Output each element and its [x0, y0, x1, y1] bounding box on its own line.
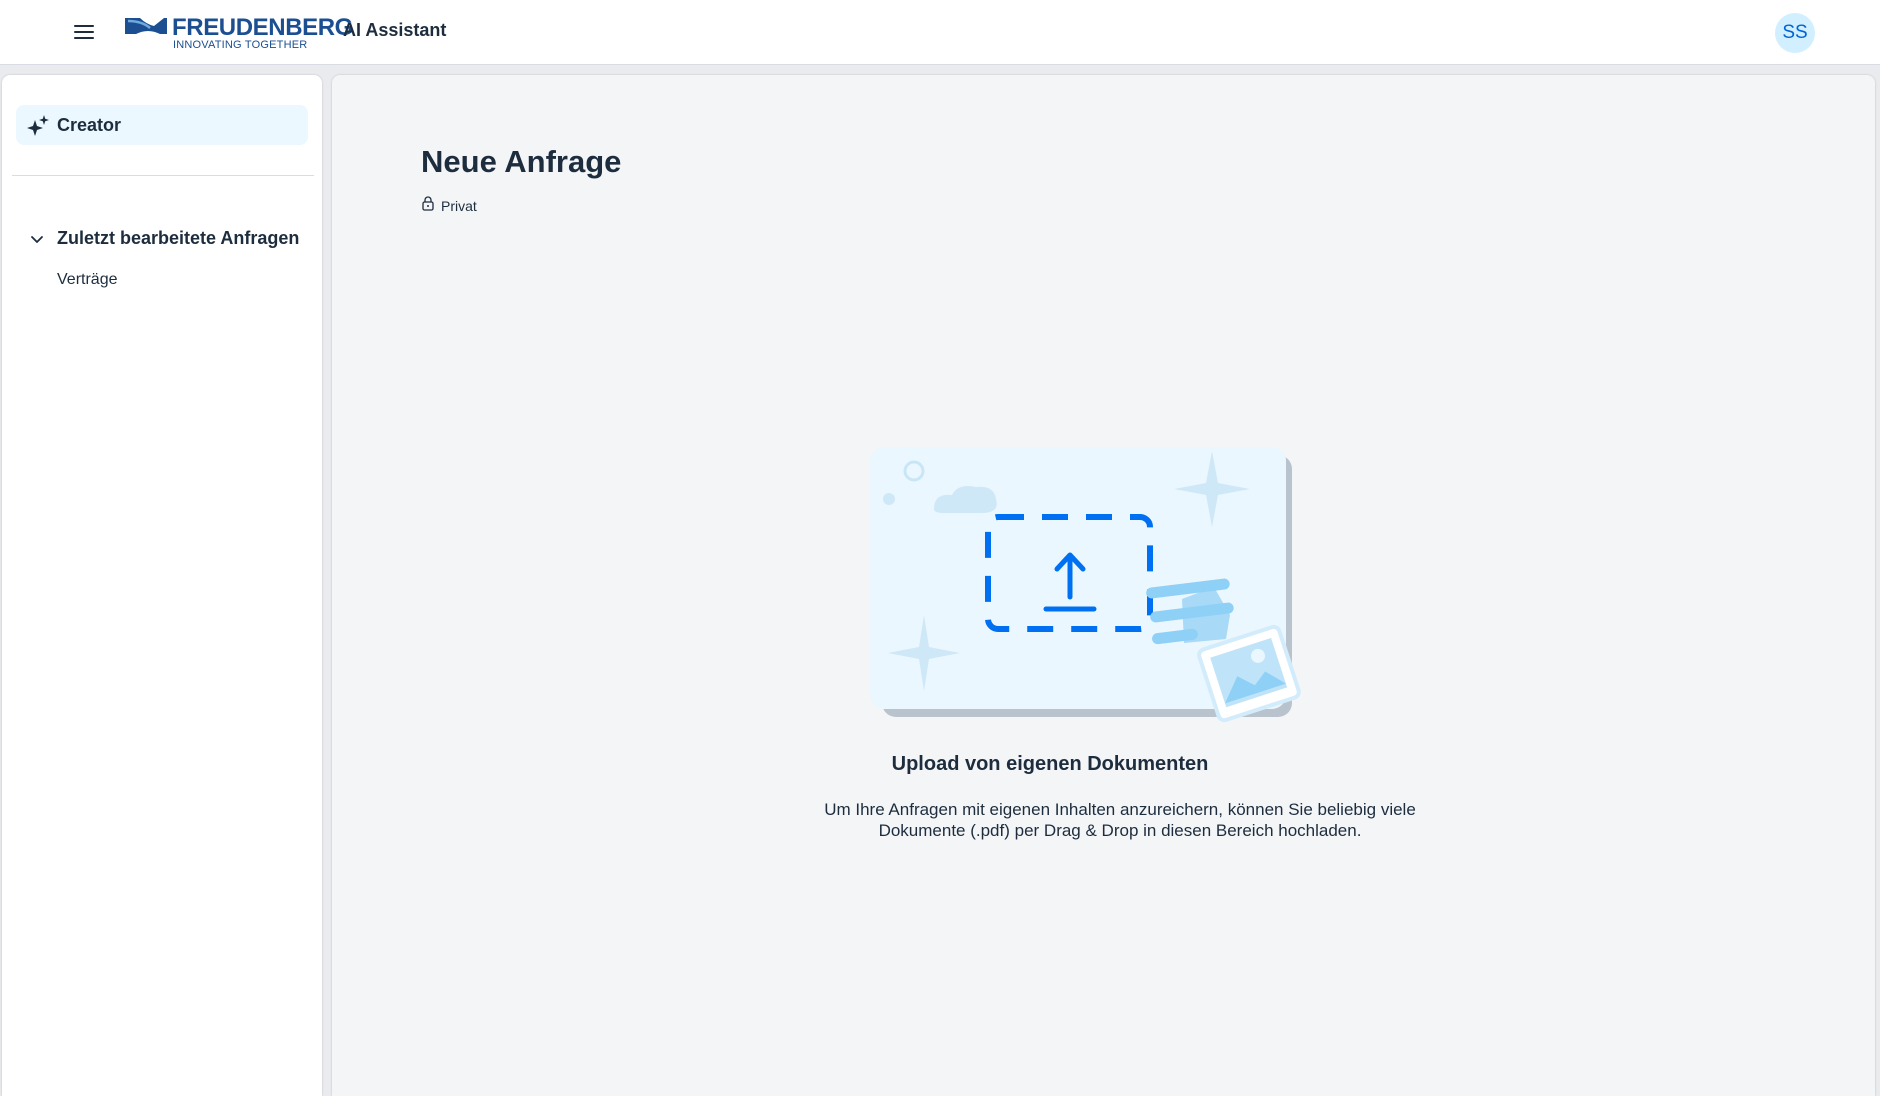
- visibility-indicator: Privat: [422, 196, 477, 216]
- hamburger-menu-icon[interactable]: [62, 18, 106, 46]
- upload-title: Upload von eigenen Dokumenten: [891, 753, 1209, 775]
- app-title: AI Assistant: [343, 20, 447, 40]
- chevron-down-icon[interactable]: [30, 233, 44, 247]
- freudenberg-logo-mark: [125, 18, 167, 34]
- upload-illustration[interactable]: [860, 437, 1320, 737]
- main-content: Neue Anfrage Privat Upload von eigenen D…: [332, 75, 1875, 1096]
- user-avatar[interactable]: SS: [1775, 13, 1815, 53]
- page-title: Neue Anfrage: [421, 144, 622, 179]
- sidebar-divider: [12, 175, 314, 176]
- sidebar-item-vertraege[interactable]: Verträge: [57, 271, 117, 289]
- visibility-label: Privat: [441, 198, 477, 214]
- logo-tagline: INNOVATING TOGETHER: [173, 39, 308, 51]
- side-navigation: Creator Zuletzt bearbeitete Anfragen Ver…: [2, 75, 322, 1096]
- ai-sparkle-icon: [26, 114, 50, 138]
- upload-description: Um Ihre Anfragen mit eigenen Inhalten an…: [824, 800, 1416, 840]
- sidebar-item-label: Creator: [57, 115, 122, 135]
- shell-bar: FREUDENBERG INNOVATING TOGETHER AI Assis…: [0, 0, 1880, 65]
- freudenberg-logo[interactable]: FREUDENBERG INNOVATING TOGETHER: [124, 14, 353, 54]
- logo-wordmark: FREUDENBERG: [172, 14, 353, 41]
- recent-requests-group-header[interactable]: Zuletzt bearbeitete Anfragen: [16, 223, 312, 255]
- sidebar-item-creator[interactable]: Creator: [16, 105, 308, 145]
- recent-requests-label: Zuletzt bearbeitete Anfragen: [57, 228, 300, 248]
- lock-icon: [422, 196, 434, 216]
